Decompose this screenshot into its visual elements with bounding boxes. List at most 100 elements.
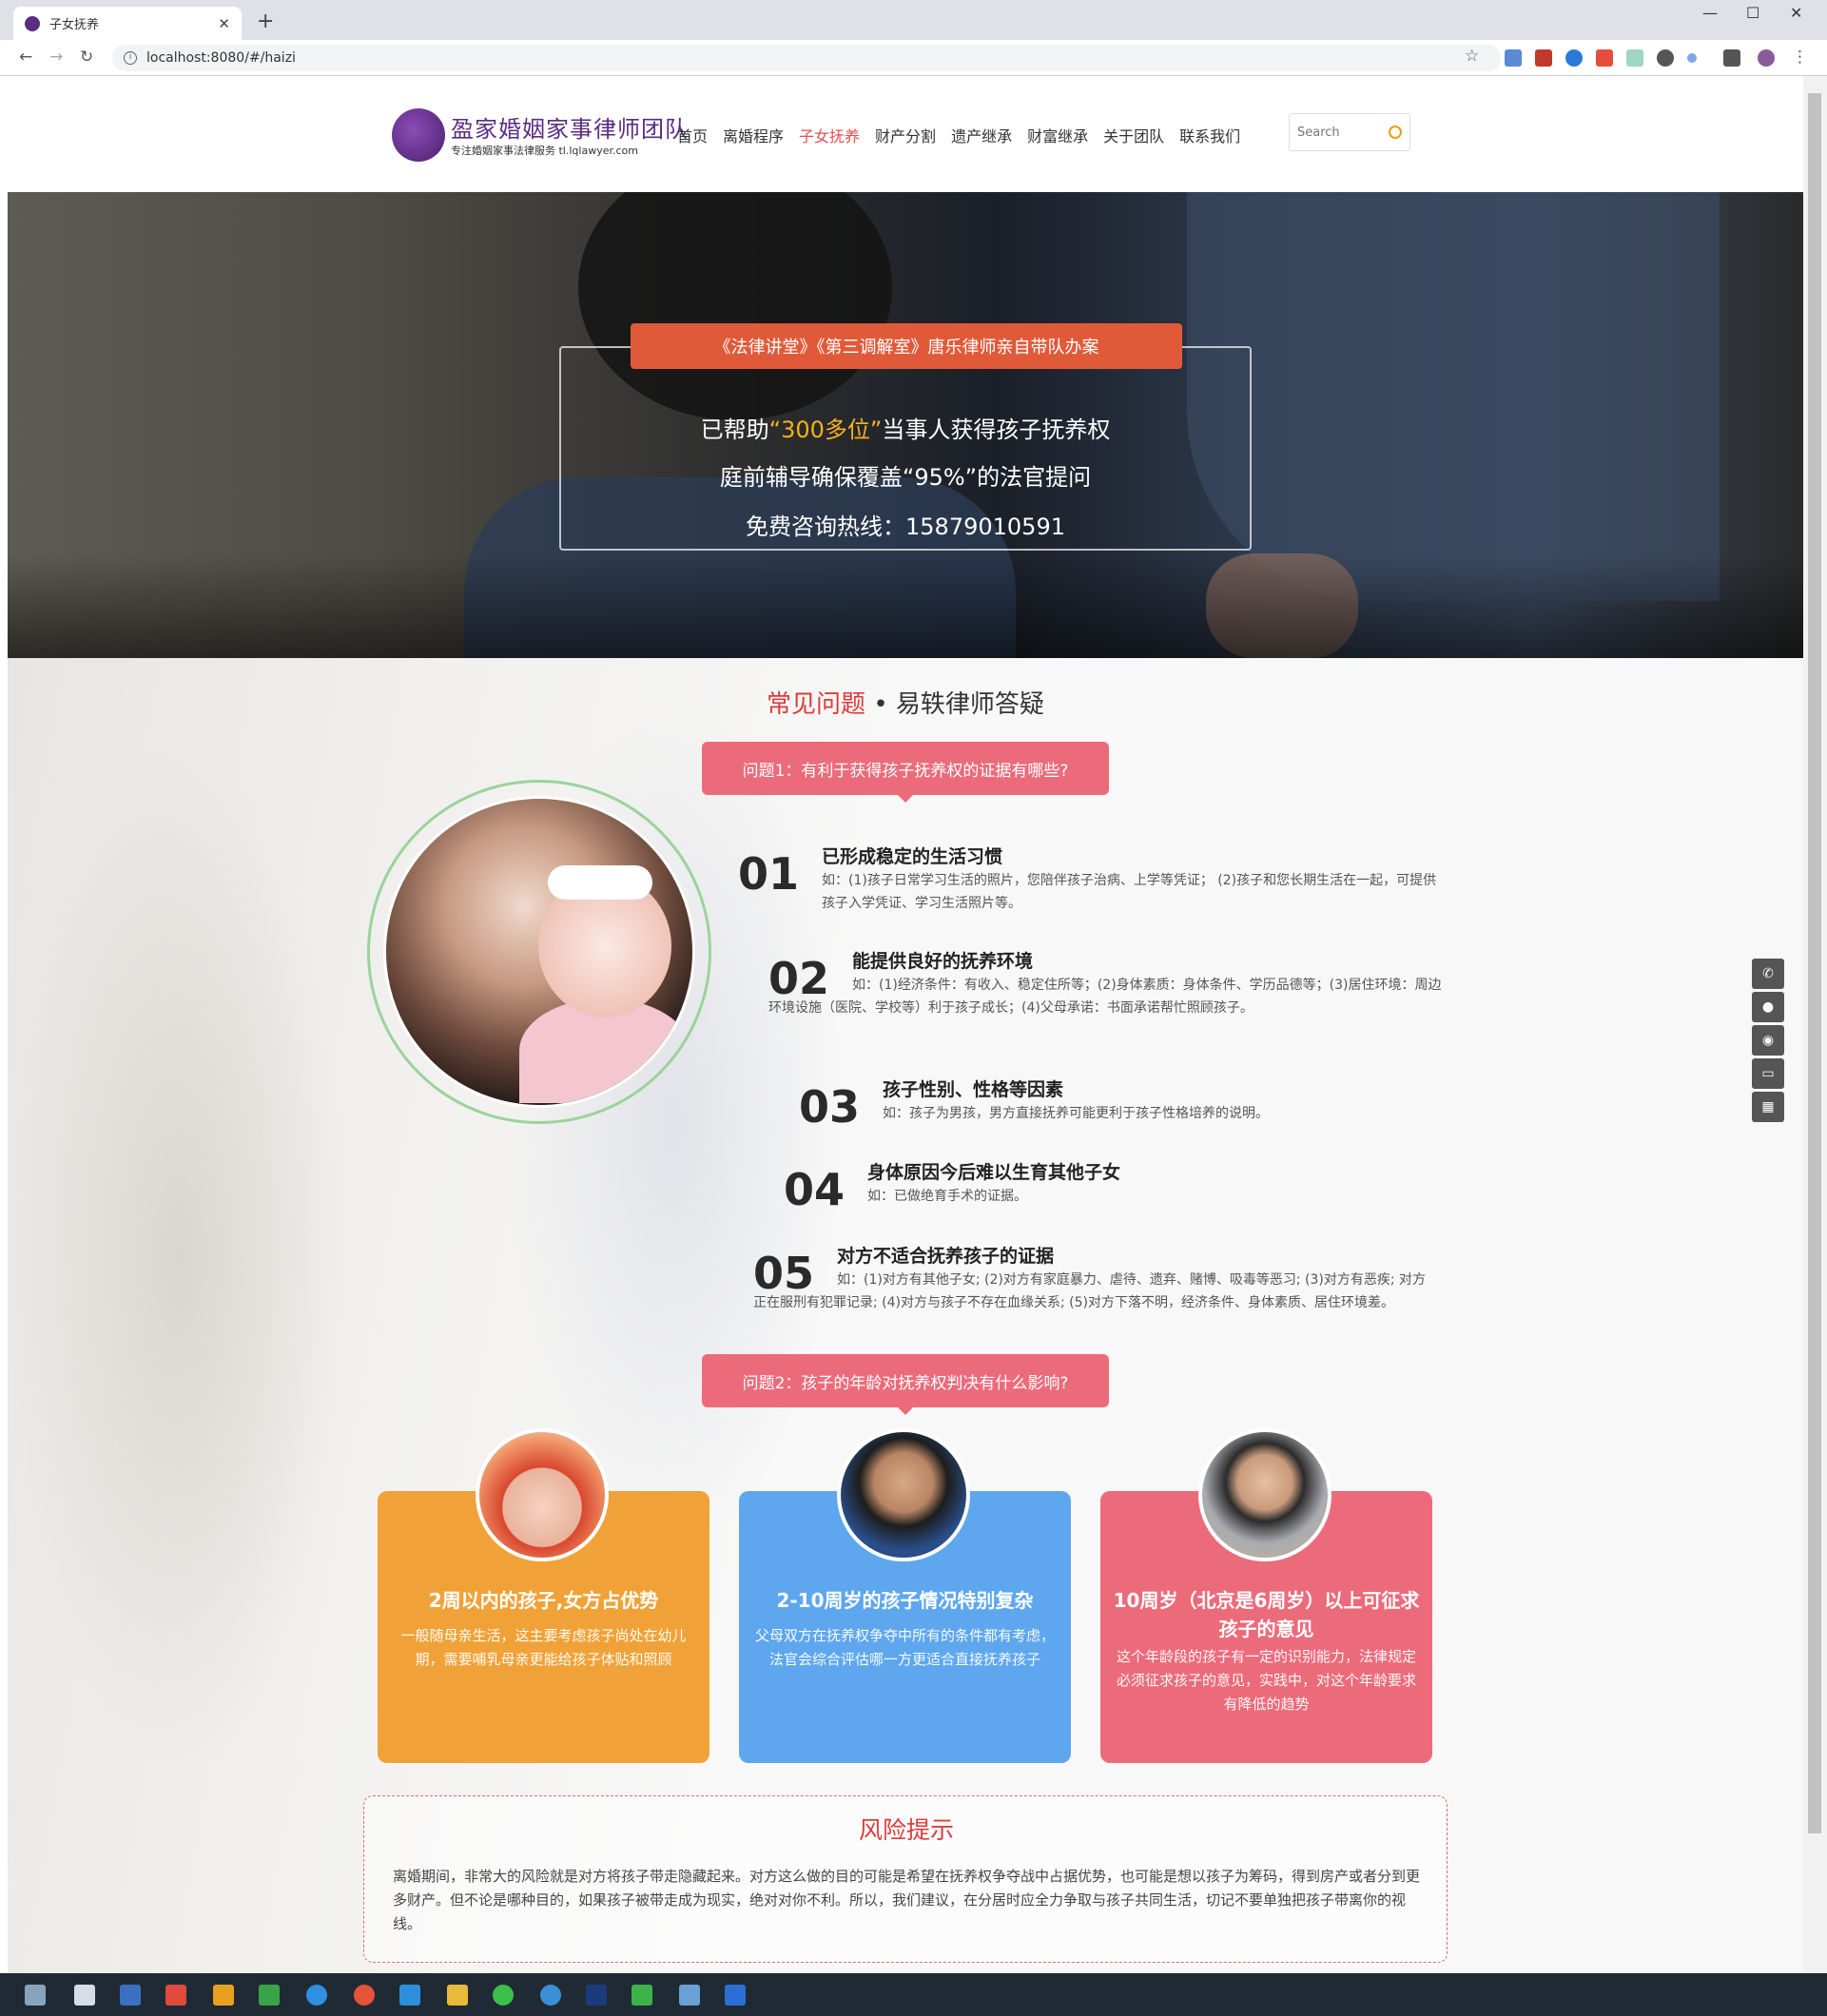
- close-window-icon[interactable]: ✕: [1790, 4, 1802, 22]
- evidence-title: 对方不适合抚养孩子的证据: [837, 1246, 1055, 1267]
- url-field[interactable]: i localhost:8080/#/haizi: [112, 45, 1501, 71]
- nav-item-wealth[interactable]: 财富继承: [1027, 124, 1088, 146]
- tab-title: 子女抚养: [49, 18, 100, 32]
- app-icon[interactable]: [540, 1985, 561, 2006]
- hero-photo-adult: [1187, 192, 1720, 601]
- extension-icon[interactable]: [1505, 49, 1522, 67]
- section-title-red: 常见问题: [767, 690, 866, 719]
- hero-line-1-post: 当事人获得孩子抚养权: [882, 417, 1111, 443]
- browser-chrome: 子女抚养 ✕ + — ☐ ✕ ← → ↻ i localhost:8080/#/…: [0, 0, 1827, 76]
- risk-title: 风险提示: [858, 1816, 954, 1844]
- reload-icon[interactable]: ↻: [80, 48, 93, 67]
- card-title: 2-10周岁的孩子情况特别复杂: [776, 1589, 1034, 1612]
- evidence-title: 已形成稳定的生活习惯: [822, 846, 1003, 867]
- wechat-app-icon[interactable]: [493, 1985, 514, 2006]
- back-icon[interactable]: ←: [19, 48, 32, 67]
- phone-icon[interactable]: ✆: [1752, 959, 1784, 989]
- hero-highlight: “300多位”: [768, 417, 883, 443]
- evidence-desc: 如：孩子为男孩，男方直接抚养可能更利于孩子性格培养的说明。: [883, 1106, 1269, 1121]
- pdf-extension-icon[interactable]: [1535, 49, 1552, 67]
- nav-item-custody[interactable]: 子女抚养: [799, 124, 860, 146]
- extension-icon[interactable]: [1596, 49, 1613, 67]
- photo-inner: [383, 796, 695, 1108]
- reading-list-icon[interactable]: [1723, 49, 1740, 67]
- folder-icon[interactable]: [447, 1985, 468, 2006]
- chrome-extension-icon[interactable]: [1565, 49, 1583, 67]
- hero-shade: [8, 553, 1803, 658]
- os-taskbar: [0, 1973, 1827, 2016]
- logo-title: 盈家婚姻家事律师团队: [451, 116, 689, 143]
- chat-icon[interactable]: ▭: [1752, 1058, 1784, 1089]
- powershell-icon[interactable]: [725, 1985, 746, 2006]
- nav-item-contact[interactable]: 联系我们: [1179, 124, 1240, 146]
- notepad-icon[interactable]: [74, 1985, 95, 2006]
- site-header: 盈家婚姻家事律师团队 专注婚姻家事法律服务 tl.lqlawyer.com 首页…: [8, 76, 1803, 192]
- tab-strip: 子女抚养 ✕ + — ☐ ✕: [0, 0, 1827, 40]
- photoshop-icon[interactable]: [586, 1985, 607, 2006]
- section-title-rest: • 易轶律师答疑: [865, 690, 1044, 719]
- bridge-icon[interactable]: [213, 1985, 234, 2006]
- child-avatar: [1198, 1428, 1331, 1561]
- evidence-desc: 如：(1)对方有其他子女; (2)对方有家庭暴力、虐待、遗弃、赌博、吸毒等恶习;…: [753, 1272, 1426, 1310]
- logo-subtitle: 专注婚姻家事法律服务 tl.lqlawyer.com: [451, 145, 638, 157]
- address-bar: ← → ↻ i localhost:8080/#/haizi ☆ ⋮: [0, 40, 1827, 76]
- search-icon[interactable]: [1389, 126, 1402, 139]
- scrollbar-thumb[interactable]: [1808, 93, 1821, 1833]
- hero-badge: 《法律讲堂》《第三调解室》唐乐律师亲自带队办案: [631, 323, 1182, 369]
- chrome-icon[interactable]: [354, 1985, 375, 2006]
- nav-item-inheritance[interactable]: 遗产继承: [951, 124, 1012, 146]
- baby-avatar: [476, 1428, 609, 1561]
- menu-kebab-icon[interactable]: ⋮: [1792, 48, 1808, 67]
- info-icon[interactable]: i: [124, 51, 137, 65]
- question-2-bubble: 问题2：孩子的年龄对抚养权判决有什么影响?: [702, 1354, 1109, 1415]
- dreamweaver-icon[interactable]: [259, 1985, 280, 2006]
- profile-avatar-icon[interactable]: [1758, 49, 1775, 67]
- schoolboy-avatar: [837, 1428, 970, 1561]
- evidence-item: 02 能提供良好的抚养环境 如：(1)经济条件：有收入、稳定住所等；(2)身体素…: [768, 947, 1444, 1042]
- search-input[interactable]: [1297, 125, 1383, 140]
- logo-mark-icon: [392, 108, 445, 162]
- risk-text: 离婚期间，非常大的风险就是对方将孩子带走隐藏起来。对方这么做的目的可能是希望在抚…: [393, 1868, 1421, 1932]
- app-icon[interactable]: [679, 1985, 700, 2006]
- card-title: 10周岁（北京是6周岁）以上可征求孩子的意见: [1113, 1589, 1420, 1640]
- main-nav: 首页 离婚程序 子女抚养 财产分割 遗产继承 财富继承 关于团队 联系我们: [677, 124, 1240, 146]
- extension-icon[interactable]: [1626, 49, 1643, 67]
- close-tab-icon[interactable]: ✕: [218, 15, 230, 32]
- ie-icon[interactable]: [306, 1985, 327, 2006]
- task-view-icon[interactable]: [25, 1985, 46, 2006]
- favicon-icon: [25, 15, 40, 31]
- evidence-desc: 如：(1)孩子日常学习生活的照片，您陪伴孩子治病、上学等凭证； (2)孩子和您长…: [822, 873, 1437, 911]
- evidence-item: 05 对方不适合抚养孩子的证据 如：(1)对方有其他子女; (2)对方有家庭暴力…: [753, 1242, 1438, 1337]
- wechat-icon[interactable]: ◉: [1752, 1025, 1784, 1056]
- evidence-number: 01: [738, 848, 800, 900]
- nav-item-divorce[interactable]: 离婚程序: [723, 124, 784, 146]
- minimize-icon[interactable]: —: [1702, 4, 1718, 22]
- evidence-title: 孩子性别、性格等因素: [883, 1079, 1064, 1100]
- mother-baby-photo: [367, 780, 711, 1124]
- evidence-number: 03: [799, 1081, 861, 1133]
- app-icon[interactable]: [165, 1985, 186, 2006]
- new-tab-icon[interactable]: +: [257, 10, 274, 33]
- app-icon[interactable]: [632, 1985, 652, 2006]
- hero-line-1: 已帮助“300多位”当事人获得孩子抚养权: [559, 411, 1252, 444]
- hero-line-1-pre: 已帮助: [700, 417, 769, 443]
- qq-icon[interactable]: ●: [1752, 992, 1784, 1022]
- extension-icon[interactable]: [1687, 53, 1697, 63]
- url-text: localhost:8080/#/haizi: [146, 50, 296, 66]
- card-text: 这个年龄段的孩子有一定的识别能力，法律规定必须征求孩子的意见，实践中，对这个年龄…: [1116, 1648, 1416, 1713]
- nav-item-home[interactable]: 首页: [677, 124, 708, 146]
- bookmark-star-icon[interactable]: ☆: [1465, 47, 1479, 66]
- qrcode-icon[interactable]: ▦: [1752, 1092, 1784, 1122]
- page-scrollbar[interactable]: [1803, 76, 1827, 1973]
- evidence-number: 04: [784, 1164, 845, 1215]
- maximize-icon[interactable]: ☐: [1746, 4, 1759, 22]
- app-icon[interactable]: [120, 1985, 141, 2006]
- evidence-item: 03 孩子性别、性格等因素 如：孩子为男孩，男方直接抚养可能更利于孩子性格培养的…: [799, 1076, 1446, 1142]
- vscode-icon[interactable]: [399, 1985, 420, 2006]
- forward-icon[interactable]: →: [49, 48, 63, 67]
- browser-tab[interactable]: 子女抚养 ✕: [13, 7, 242, 40]
- nav-item-property[interactable]: 财产分割: [875, 124, 936, 146]
- play-extension-icon[interactable]: [1657, 49, 1674, 67]
- site-logo[interactable]: 盈家婚姻家事律师团队 专注婚姻家事法律服务 tl.lqlawyer.com: [392, 105, 688, 162]
- nav-item-about[interactable]: 关于团队: [1103, 124, 1164, 146]
